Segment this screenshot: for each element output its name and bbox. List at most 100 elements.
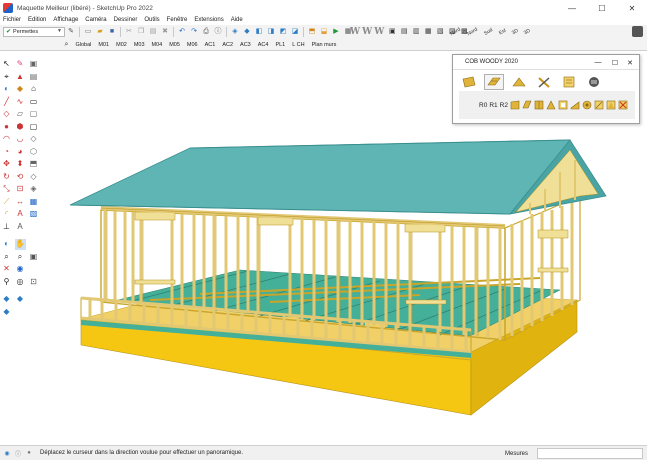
sandbox-icon[interactable]: ◈ [28,184,39,195]
save-icon[interactable]: ■ [108,27,117,36]
box-icon[interactable]: ▢ [28,121,39,132]
rotate-icon[interactable]: ↻ [1,171,12,182]
view-right-icon[interactable]: ◨ [267,27,276,36]
layer-dropdown[interactable]: ✔ Permettes ▼ [3,26,65,37]
pan-icon[interactable]: ✋ [14,238,26,250]
print-icon[interactable]: ⎙ [202,27,211,36]
orientation-label[interactable]: Est [498,27,507,36]
walk-icon[interactable]: ⚲ [1,276,12,287]
tape-measure-icon[interactable]: ⟋ [1,196,12,207]
position-camera-icon[interactable]: ◉ [15,264,26,275]
menu-dessiner[interactable]: Dessiner [114,17,138,23]
scene-tab-pl1[interactable]: PL1 [275,42,285,48]
r2-button[interactable]: R2 [500,102,508,109]
text-icon[interactable]: A [15,209,26,220]
open-file-icon[interactable]: ▰ [96,27,105,36]
home-icon[interactable]: ⌂ [28,84,39,95]
tag-icon[interactable]: ◆ [15,84,26,95]
solid-tools-icon[interactable]: ⬓ [320,27,329,36]
dark-tool-icon[interactable]: ▧ [436,27,445,36]
scene-tab-m01[interactable]: M01 [98,42,109,48]
menu-fichier[interactable]: Fichier [3,17,21,23]
follow-me-icon[interactable]: ⟲ [15,171,26,182]
select-icon[interactable]: ↖ [1,59,12,70]
measures-input[interactable] [537,448,643,459]
rotated-rect-icon[interactable]: ◇ [1,109,12,120]
edit-tool-icon[interactable] [594,100,604,110]
scene-tab-ac4[interactable]: AC4 [258,42,269,48]
scene-tab-ac3[interactable]: AC3 [240,42,251,48]
close-button[interactable]: ✕ [623,55,637,70]
scene-tab-m03[interactable]: M03 [134,42,145,48]
orbit-tool-icon[interactable]: ◐ [1,239,12,250]
scene-tab-ac2[interactable]: AC2 [222,42,233,48]
zoom-icon[interactable]: ⌕ [1,251,12,262]
3d-text-icon[interactable]: A [15,221,26,232]
component-icon[interactable]: ▣ [28,59,39,70]
section-icon[interactable]: ⊡ [28,276,39,287]
menu-aide[interactable]: Aide [231,17,243,23]
w-tool-icon[interactable]: W [362,27,372,37]
style-icon[interactable]: ◆ [1,294,12,305]
menu-outils[interactable]: Outils [144,17,159,23]
dark-tool-icon[interactable]: ▥ [412,27,421,36]
copy-icon[interactable]: ❐ [137,27,146,36]
tab-list[interactable] [559,74,579,90]
w-tool-icon[interactable]: W [350,27,360,37]
orientation-label[interactable]: 3D [511,27,520,35]
section-plane-icon[interactable]: ⬒ [308,27,317,36]
dark-tool-icon[interactable]: ▤ [400,27,409,36]
undo-icon[interactable]: ↶ [178,27,187,36]
layers-tool-icon[interactable]: ▧ [28,209,39,220]
view-top-icon[interactable]: ◆ [243,27,252,36]
layer-settings-icon[interactable]: ✎ [67,27,76,36]
new-file-icon[interactable]: ▭ [84,27,93,36]
paste-icon[interactable]: ▤ [149,27,158,36]
orientation-label[interactable]: Sud [483,27,494,37]
orbit-icon[interactable]: ◐ [1,84,12,95]
cob-woody-toolbar-icon[interactable] [632,26,643,37]
arc2-icon[interactable]: ◡ [15,134,26,145]
menu-affichage[interactable]: Affichage [53,17,78,23]
menu-edition[interactable]: Edition [28,17,46,23]
cut-tool-icon[interactable] [606,100,616,110]
scene-tab-m02[interactable]: M02 [116,42,127,48]
drape-icon[interactable]: ◇ [28,171,39,182]
rafter-tool-icon[interactable] [546,100,556,110]
close-button[interactable]: ✕ [617,0,647,16]
search-icon[interactable]: ⌕ [62,40,71,49]
warehouse-icon[interactable]: ◆ [15,294,26,305]
orientation-label[interactable]: 3D [523,27,532,35]
view-front-icon[interactable]: ◧ [255,27,264,36]
push-pull-icon[interactable]: ⬍ [15,159,26,170]
grid-tool-icon[interactable]: ▦ [28,196,39,207]
r1-button[interactable]: R1 [489,102,497,109]
scene-tab-ac1[interactable]: AC1 [205,42,216,48]
tab-roof[interactable] [509,74,529,90]
scene-tab-global[interactable]: Global [76,42,92,48]
view-left-icon[interactable]: ◪ [291,27,300,36]
group-icon[interactable]: ▤ [28,71,39,82]
scene-tab-m04[interactable]: M04 [152,42,163,48]
tab-floor[interactable] [484,74,504,90]
scene-tab-m06[interactable]: M06 [187,42,198,48]
move-icon[interactable]: ✥ [1,159,12,170]
shape-icon[interactable]: ▱ [15,109,26,120]
user-icon[interactable]: ● [25,449,33,457]
protractor-icon[interactable]: ◜ [1,209,12,220]
joist-tool-icon[interactable] [534,100,544,110]
axes-icon[interactable]: ⊥ [1,221,12,232]
dimension-icon[interactable]: ↔ [15,196,26,207]
dark-tool-icon[interactable]: ▦ [424,27,433,36]
geo-location-icon[interactable]: ◉ [3,449,11,457]
target-tool-icon[interactable] [582,100,592,110]
circle-icon[interactable]: ● [1,121,12,132]
freehand-icon[interactable]: ∿ [15,96,26,107]
pie-icon[interactable]: ◔ [1,146,12,157]
look-around-icon[interactable]: ◎ [15,276,26,287]
view-back-icon[interactable]: ◩ [279,27,288,36]
polygon-icon[interactable]: ⬢ [15,121,26,132]
line-icon[interactable]: ╱ [1,96,12,107]
maximize-button[interactable]: ☐ [608,55,622,70]
previous-view-icon[interactable]: ✕ [1,264,12,275]
